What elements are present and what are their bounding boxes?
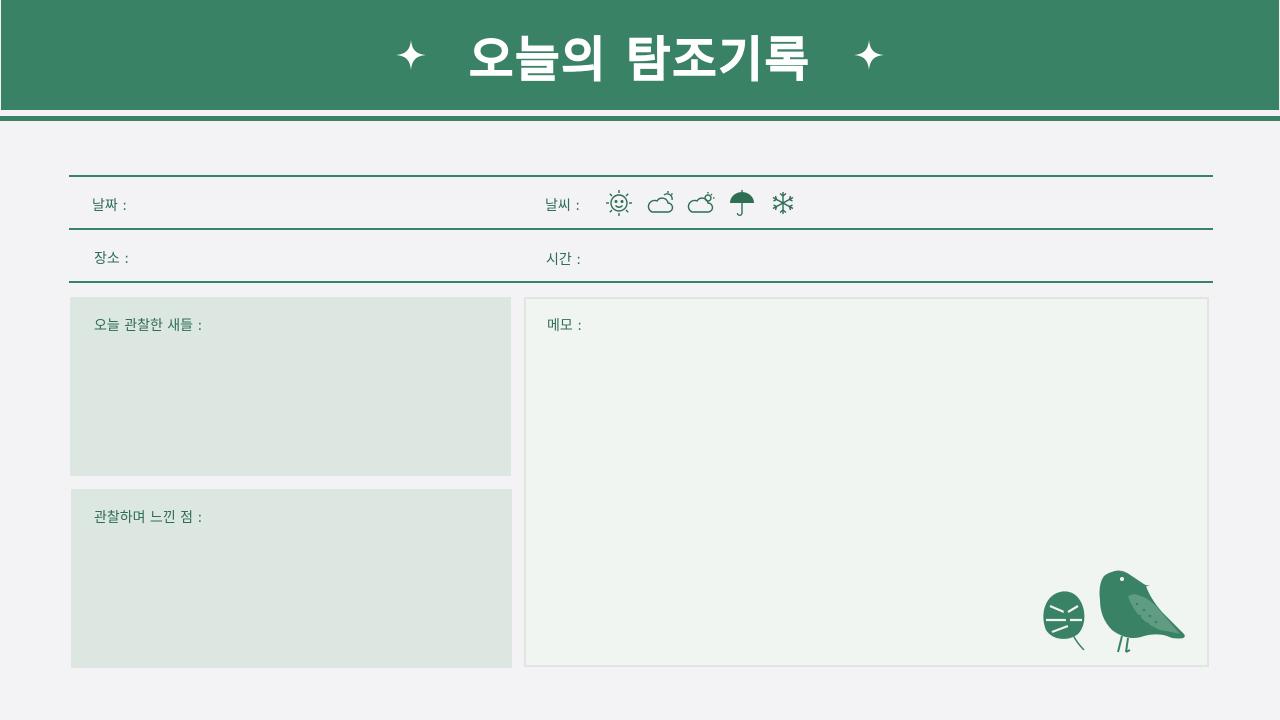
divider-line bbox=[69, 228, 1213, 230]
date-label: 날짜 : bbox=[92, 198, 127, 214]
observed-birds-label: 오늘 관찰한 새들 : bbox=[94, 318, 203, 334]
umbrella-icon[interactable] bbox=[727, 188, 757, 218]
snowflake-icon[interactable] bbox=[768, 188, 798, 218]
feelings-box[interactable]: 관찰하며 느낀 점 : bbox=[71, 489, 512, 668]
place-label: 장소 : bbox=[94, 251, 129, 267]
header-divider bbox=[0, 116, 1280, 121]
cloud-sun-small-icon[interactable] bbox=[686, 188, 716, 218]
leaf-icon bbox=[1043, 591, 1085, 651]
header-banner: 오늘의 탐조기록 bbox=[1, 0, 1279, 110]
memo-label: 메모 : bbox=[547, 318, 582, 334]
cloud-sun-icon[interactable] bbox=[645, 188, 675, 218]
time-label: 시간 : bbox=[546, 252, 581, 268]
sparkle-icon bbox=[853, 40, 884, 70]
observed-birds-box[interactable]: 오늘 관찰한 새들 : bbox=[70, 297, 511, 476]
divider-line bbox=[69, 175, 1213, 177]
feelings-label: 관찰하며 느낀 점 : bbox=[94, 510, 203, 526]
weather-icon-group bbox=[604, 188, 798, 218]
sun-icon[interactable] bbox=[604, 188, 634, 218]
divider-line bbox=[69, 281, 1213, 283]
bird-icon bbox=[1099, 570, 1185, 653]
weather-label: 날씨 : bbox=[545, 198, 580, 214]
sparkle-icon bbox=[396, 40, 427, 70]
bird-decoration bbox=[1043, 570, 1185, 653]
page-title: 오늘의 탐조기록 bbox=[469, 32, 811, 89]
